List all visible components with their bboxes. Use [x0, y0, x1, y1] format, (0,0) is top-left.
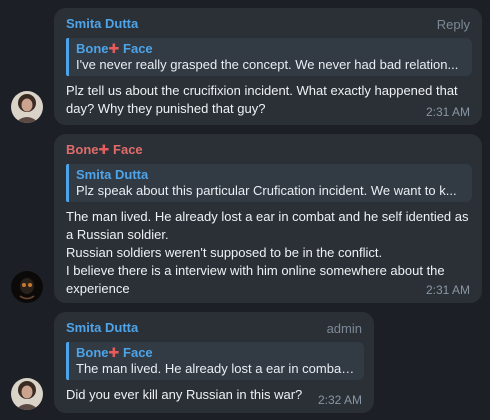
quote-sender: Bone✚ Face: [76, 345, 153, 360]
message-line: The man lived. He already lost a ear in …: [66, 209, 469, 242]
message-time: 2:31 AM: [425, 105, 470, 119]
reply-quote[interactable]: Bone✚ Face I've never really grasped the…: [66, 38, 472, 76]
reply-quote[interactable]: Smita Dutta Plz speak about this particu…: [66, 164, 472, 202]
avatar[interactable]: [11, 271, 43, 303]
avatar[interactable]: [11, 378, 43, 410]
reply-button[interactable]: Reply: [437, 17, 470, 32]
admin-badge: admin: [326, 321, 362, 336]
quote-text: The man lived. He already lost a ear in …: [76, 361, 356, 376]
plus-icon: ✚: [98, 142, 110, 157]
message-time: 2:31 AM: [425, 283, 470, 297]
message-line: I believe there is a interview with him …: [66, 263, 445, 296]
sender-name[interactable]: Bone✚ Face: [66, 142, 472, 158]
message-line: Russian soldiers weren't supposed to be …: [66, 245, 383, 260]
message-text: Plz tell us about the crucifixion incide…: [66, 83, 458, 116]
message-time: 2:32 AM: [317, 393, 362, 407]
sender-name[interactable]: Smita Dutta: [66, 16, 472, 32]
message-text: The man lived. He already lost a ear in …: [66, 208, 472, 298]
message-bubble[interactable]: Bone✚ Face Smita Dutta Plz speak about t…: [54, 134, 482, 303]
quote-sender: Bone✚ Face: [76, 41, 153, 56]
quote-text: Plz speak about this particular Cruficat…: [76, 183, 457, 198]
message-bubble[interactable]: Smita Dutta admin Bone✚ Face The man liv…: [54, 312, 374, 413]
quote-text: I've never really grasped the concept. W…: [76, 57, 459, 72]
plus-icon: ✚: [108, 41, 120, 56]
sender-name[interactable]: Smita Dutta: [66, 320, 364, 336]
message-bubble[interactable]: Smita Dutta Reply Bone✚ Face I've never …: [54, 8, 482, 125]
quote-sender: Smita Dutta: [76, 167, 149, 182]
plus-icon: ✚: [108, 345, 120, 360]
reply-quote[interactable]: Bone✚ Face The man lived. He already los…: [66, 342, 364, 380]
avatar[interactable]: [11, 91, 43, 123]
